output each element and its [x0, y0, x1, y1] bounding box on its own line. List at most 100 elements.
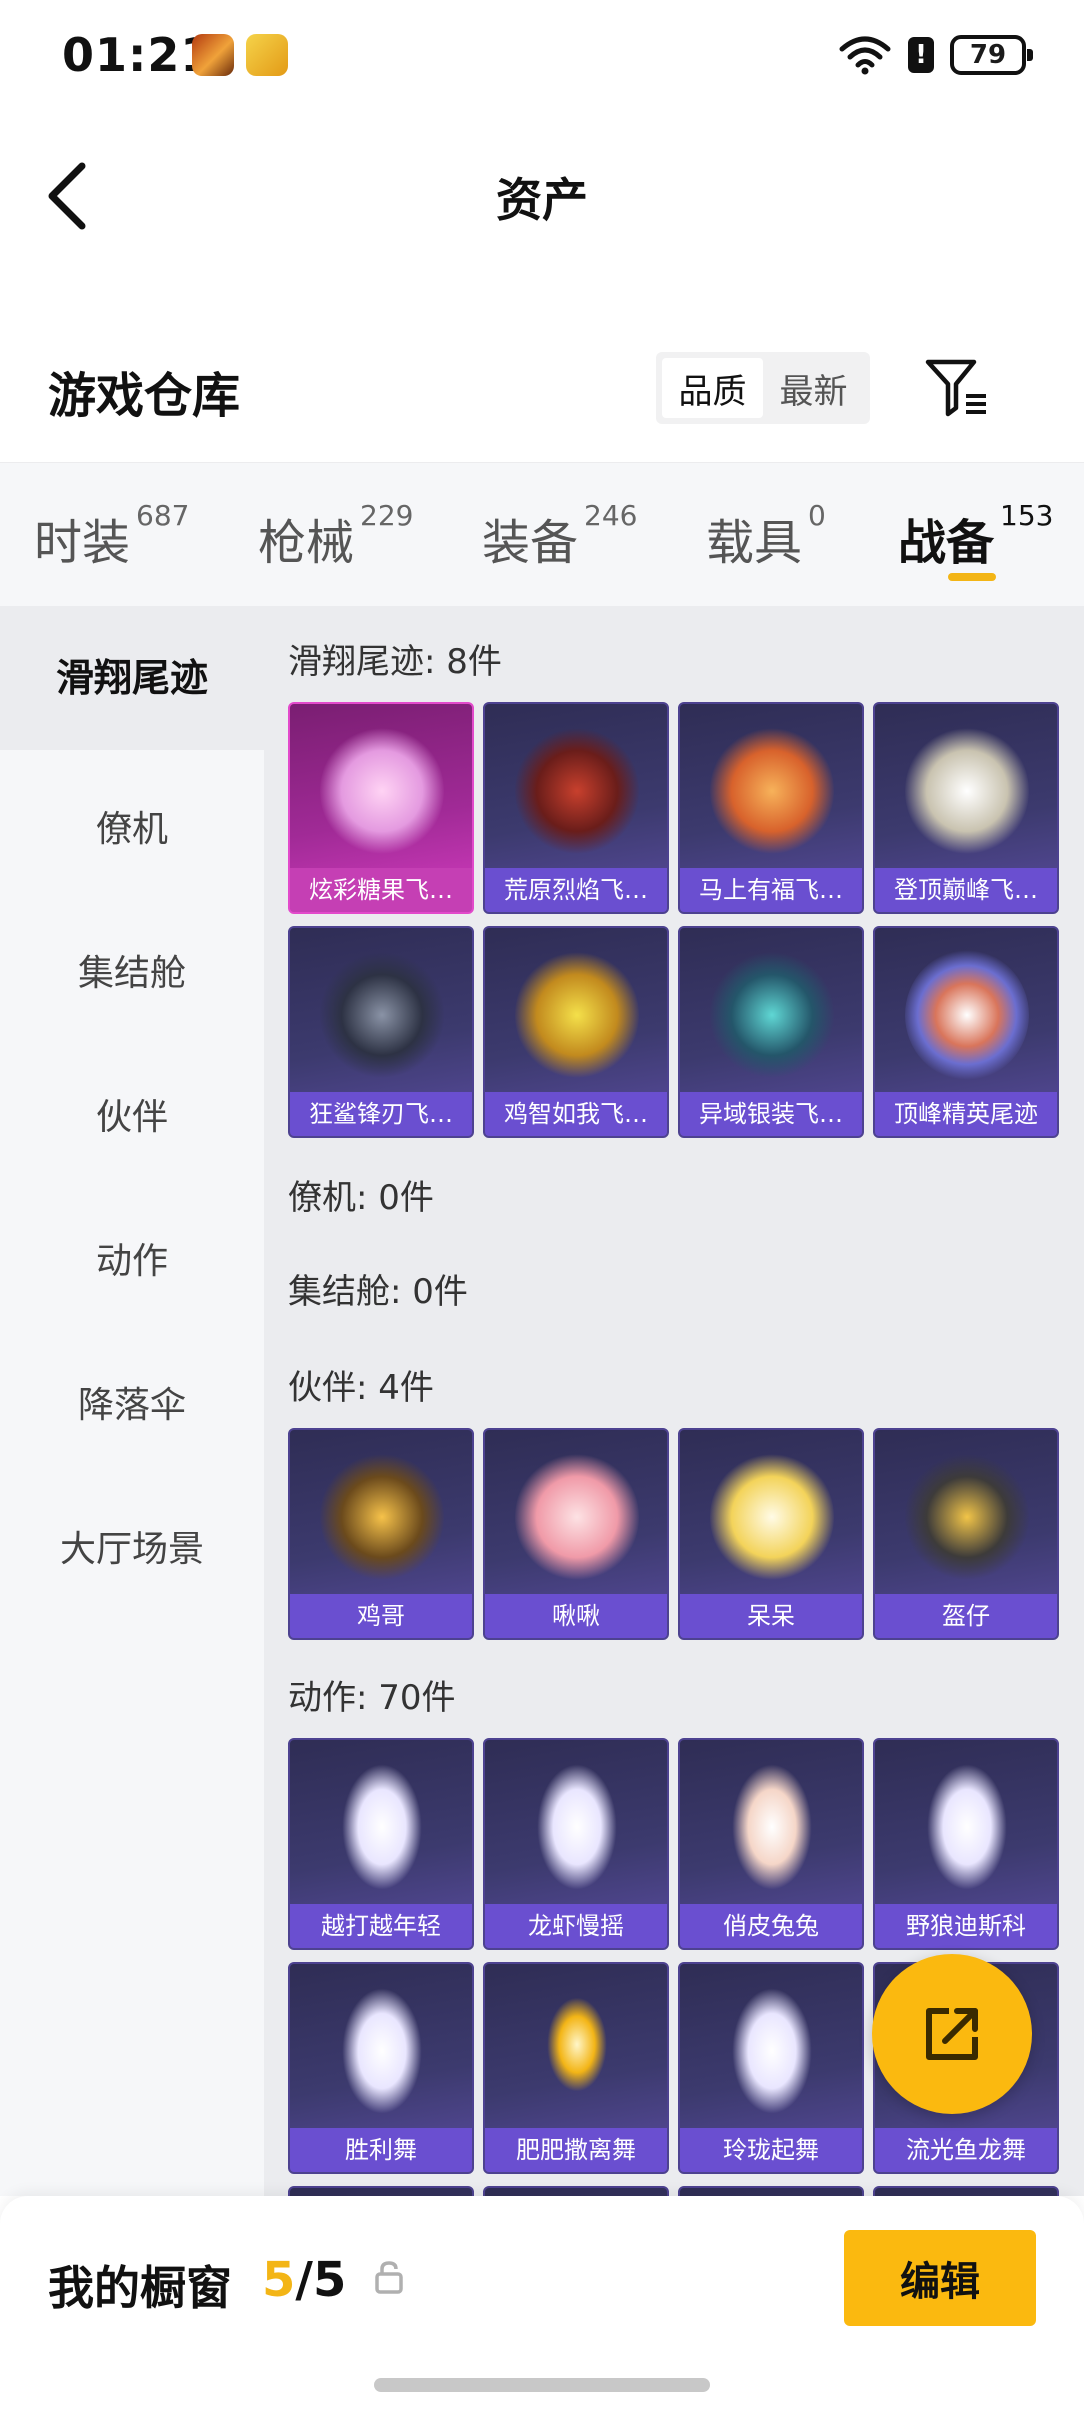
item-card[interactable]: [288, 2186, 474, 2196]
share-button[interactable]: [872, 1954, 1032, 2114]
item-name: 野狼迪斯科: [875, 1904, 1057, 1948]
item-name: 荒原烈焰飞…: [485, 868, 667, 912]
sidebar-item-emote[interactable]: 动作: [0, 1232, 264, 1284]
section-title-emote: 动作: 70件: [288, 1678, 456, 1718]
tab-count: 229: [360, 499, 414, 532]
tab-combat-gear[interactable]: 战备 153: [898, 499, 1053, 573]
item-image: [320, 1762, 444, 1892]
item-card[interactable]: 鸡哥: [288, 1428, 474, 1640]
item-card[interactable]: 马上有福飞…: [678, 702, 864, 914]
item-image: [710, 1452, 834, 1582]
wifi-icon: [839, 36, 891, 75]
sidebar-item-glide-trail[interactable]: 滑翔尾迹: [0, 606, 264, 750]
sidebar-item-lobby-scene[interactable]: 大厅场景: [0, 1520, 264, 1572]
item-card[interactable]: 炫彩糖果飞…: [288, 702, 474, 914]
alert-icon: !: [908, 37, 934, 73]
item-image: [515, 1986, 639, 2116]
tab-label: 时装: [34, 515, 131, 571]
item-image: [515, 950, 639, 1080]
item-card[interactable]: [873, 2186, 1059, 2196]
lock-icon: [375, 2261, 403, 2294]
share-icon: [926, 2008, 978, 2060]
home-indicator[interactable]: [374, 2378, 710, 2392]
tab-count: 246: [584, 499, 638, 532]
item-image: [515, 1452, 639, 1582]
item-card[interactable]: 荒原烈焰飞…: [483, 702, 669, 914]
item-card[interactable]: 野狼迪斯科: [873, 1738, 1059, 1950]
item-image: [905, 1452, 1029, 1582]
tab-label: 枪械: [258, 515, 355, 571]
item-card[interactable]: 越打越年轻: [288, 1738, 474, 1950]
section-title-rally-pod: 集结舱: 0件: [288, 1272, 468, 1312]
item-image: [515, 1762, 639, 1892]
sidebar-item-rally-pod[interactable]: 集结舱: [0, 944, 264, 996]
game-app-icon: [192, 34, 234, 76]
item-card[interactable]: 胜利舞: [288, 1962, 474, 2174]
window-count-current: 5: [262, 2252, 296, 2308]
my-window-label: 我的橱窗: [48, 2261, 232, 2315]
item-image: [320, 950, 444, 1080]
item-name: 鸡哥: [290, 1594, 472, 1638]
item-image: [905, 950, 1029, 1080]
bottom-bar: 我的橱窗 5/5 编辑: [0, 2196, 1084, 2412]
tab-count: 687: [136, 499, 190, 532]
sidebar-item-partner[interactable]: 伙伴: [0, 1088, 264, 1140]
item-name: 呆呆: [680, 1594, 862, 1638]
item-name: 流光鱼龙舞: [875, 2128, 1057, 2172]
edit-button[interactable]: 编辑: [844, 2230, 1036, 2326]
item-card[interactable]: 呆呆: [678, 1428, 864, 1640]
tab-count: 153: [1000, 499, 1054, 532]
item-card[interactable]: 狂鲨锋刃飞…: [288, 926, 474, 1138]
item-card[interactable]: 异域银装飞…: [678, 926, 864, 1138]
item-card[interactable]: 肥肥撒离舞: [483, 1962, 669, 2174]
item-image: [905, 1762, 1029, 1892]
item-image: [710, 1762, 834, 1892]
item-name: 越打越年轻: [290, 1904, 472, 1948]
item-name: 肥肥撒离舞: [485, 2128, 667, 2172]
category-tabs: 时装 687 枪械 229 装备 246 载具 0 战备 153: [0, 462, 1084, 606]
item-image: [710, 950, 834, 1080]
sort-toggle: 品质 最新: [656, 352, 870, 424]
tab-label: 载具: [706, 515, 803, 571]
window-count: 5/5: [262, 2252, 346, 2308]
active-tab-indicator: [948, 573, 996, 581]
tab-label: 装备: [482, 515, 579, 571]
tab-equipment[interactable]: 装备 246: [482, 499, 637, 573]
item-card[interactable]: 啾啾: [483, 1428, 669, 1640]
item-card[interactable]: [483, 2186, 669, 2196]
item-image: [320, 1986, 444, 2116]
item-card[interactable]: [678, 2186, 864, 2196]
filter-icon[interactable]: [922, 356, 990, 420]
warehouse-title: 游戏仓库: [48, 368, 241, 424]
sidebar-item-parachute[interactable]: 降落伞: [0, 1376, 264, 1428]
sort-by-quality[interactable]: 品质: [662, 358, 763, 418]
item-card[interactable]: 盔仔: [873, 1428, 1059, 1640]
item-card[interactable]: 龙虾慢摇: [483, 1738, 669, 1950]
item-name: 炫彩糖果飞…: [290, 868, 472, 912]
peace-elite-app-icon: [246, 34, 288, 76]
item-image: [905, 726, 1029, 856]
item-card[interactable]: 鸡智如我飞…: [483, 926, 669, 1138]
item-name: 龙虾慢摇: [485, 1904, 667, 1948]
window-count-total: 5: [312, 2252, 347, 2308]
item-card[interactable]: 顶峰精英尾迹: [873, 926, 1059, 1138]
section-title-glide: 滑翔尾迹: 8件: [288, 642, 502, 682]
item-name: 登顶巅峰飞…: [875, 868, 1057, 912]
item-image: [515, 726, 639, 856]
tab-guns[interactable]: 枪械 229: [258, 499, 413, 573]
item-image: [710, 1986, 834, 2116]
item-card[interactable]: 登顶巅峰飞…: [873, 702, 1059, 914]
item-image: [320, 1452, 444, 1582]
sidebar-item-wingman[interactable]: 僚机: [0, 800, 264, 852]
window-count-separator: /: [295, 2252, 313, 2308]
tab-vehicles[interactable]: 载具 0: [706, 499, 826, 573]
tab-fashion[interactable]: 时装 687: [34, 499, 189, 573]
item-name: 俏皮兔兔: [680, 1904, 862, 1948]
sort-by-newest[interactable]: 最新: [763, 358, 864, 418]
item-card[interactable]: 玲珑起舞: [678, 1962, 864, 2174]
item-name: 鸡智如我飞…: [485, 1092, 667, 1136]
page-title: 资产: [496, 173, 588, 227]
item-name: 马上有福飞…: [680, 868, 862, 912]
item-name: 顶峰精英尾迹: [875, 1092, 1057, 1136]
item-card[interactable]: 俏皮兔兔: [678, 1738, 864, 1950]
